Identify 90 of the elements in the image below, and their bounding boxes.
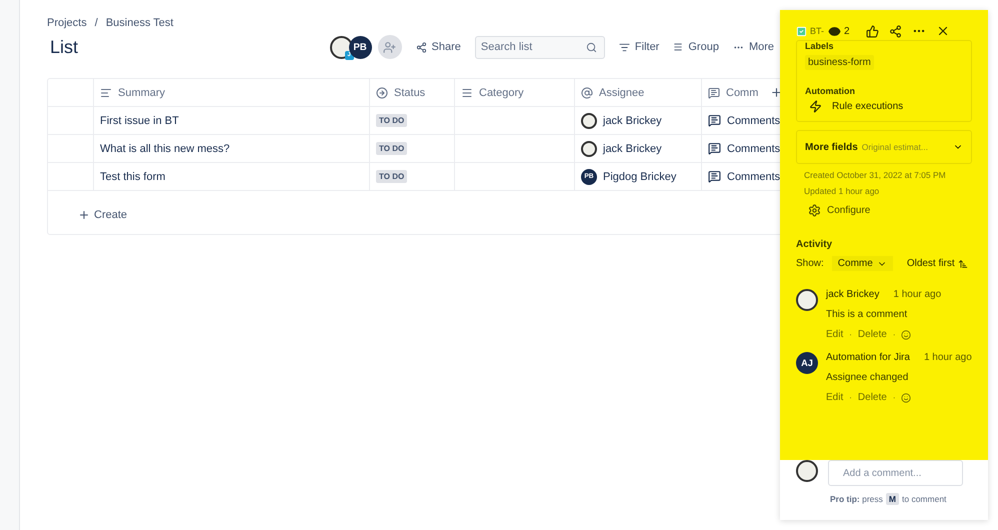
lightning-icon <box>809 100 822 113</box>
more-button[interactable]: More <box>732 41 774 53</box>
comment-action-link[interactable]: Edit <box>826 392 844 403</box>
page-title: List <box>50 36 80 58</box>
filter-button[interactable]: Filter <box>618 41 660 53</box>
issue-type-icon <box>796 26 807 36</box>
share-button[interactable] <box>888 24 902 38</box>
comments-link[interactable]: Comments <box>727 114 780 126</box>
comment-time: 1 hour ago <box>893 289 942 300</box>
group-icon <box>673 42 684 52</box>
commenter-avatar <box>796 289 818 311</box>
pro-tip-text: to comment <box>902 494 946 504</box>
column-header[interactable]: Status <box>369 79 454 106</box>
issue-key[interactable]: BT- <box>810 26 824 36</box>
more-fields-toggle[interactable]: More fields Original estimat... <box>796 130 972 164</box>
status-lozenge[interactable]: TO DO <box>376 170 408 183</box>
breadcrumb-link[interactable]: Business Test <box>106 17 174 29</box>
assignee-name: jack Brickey <box>603 114 662 126</box>
commenter-avatar: AJ <box>796 352 818 374</box>
comment-action-link[interactable]: Delete <box>858 329 887 340</box>
separator-dot: · <box>892 393 896 402</box>
user-avatar <box>796 460 818 482</box>
summary-cell[interactable]: What is all this new mess? <box>93 135 369 162</box>
comment-text: Assignee changed <box>826 372 910 383</box>
sort-icon <box>958 258 968 268</box>
summary-cell[interactable]: Test this form <box>93 163 369 190</box>
share-icon <box>888 24 902 38</box>
pro-tip-text: Pro tip: press <box>830 494 883 504</box>
comment-icon <box>708 170 721 183</box>
status-lozenge[interactable]: TO DO <box>376 142 408 155</box>
watch-button[interactable]: 2 <box>828 24 850 38</box>
summary-cell[interactable]: First issue in BT <box>93 107 369 134</box>
share-button[interactable]: Share <box>416 41 461 53</box>
activity-heading: Activity <box>796 239 834 250</box>
breadcrumb-link[interactable]: Projects <box>47 17 87 29</box>
search-icon <box>586 42 597 52</box>
sort-button[interactable]: Oldest first <box>906 258 968 269</box>
filter-icon <box>618 42 630 52</box>
separator-dot: · <box>849 330 852 339</box>
group-button[interactable]: Group <box>673 41 719 53</box>
add-person-icon <box>383 40 396 54</box>
summary-column-icon <box>100 86 112 98</box>
add-people-button[interactable] <box>378 35 402 59</box>
gear-icon <box>808 204 821 217</box>
assignee-avatar <box>581 112 597 128</box>
comment-input[interactable]: Add a comment... <box>828 460 963 486</box>
add-column-icon[interactable] <box>770 86 780 99</box>
share-icon <box>416 42 427 52</box>
status-column-icon <box>376 86 388 98</box>
keyboard-key: M <box>886 493 899 505</box>
comment-icon <box>708 114 721 127</box>
column-header[interactable]: Summary <box>93 79 369 106</box>
rule-executions-button[interactable]: Rule executions <box>805 96 904 113</box>
create-button[interactable]: Create <box>78 209 128 221</box>
thumbs-up-icon <box>866 24 879 38</box>
plus-icon <box>78 209 90 221</box>
comment-author: Automation for Jira <box>826 352 910 363</box>
comment-time: 1 hour ago <box>924 352 972 363</box>
created-date: Created October 31, 2022 at 7:05 PM <box>803 170 947 180</box>
field-label: Labels <box>805 41 835 51</box>
search-field[interactable]: Search list <box>474 36 605 58</box>
field-label: Automation <box>805 86 856 96</box>
reaction-icon[interactable] <box>901 392 912 402</box>
comment-action-link[interactable]: Delete <box>858 392 887 403</box>
show-dropdown[interactable]: Comme <box>832 256 893 271</box>
separator-dot: · <box>849 393 852 402</box>
comments-column-icon <box>708 86 720 98</box>
comment-author: jack Brickey <box>826 289 880 300</box>
label-tag[interactable]: business-form <box>805 55 874 70</box>
category-column-icon <box>461 86 473 98</box>
comments-link[interactable]: Comments <box>727 142 780 154</box>
column-header[interactable]: Category <box>454 79 574 106</box>
breadcrumb-separator: / <box>94 17 98 29</box>
status-lozenge[interactable]: TO DO <box>376 114 408 127</box>
comment-icon <box>708 142 721 155</box>
comment-action-link[interactable]: Edit <box>826 329 844 340</box>
show-label: Show: <box>796 258 824 269</box>
reaction-icon[interactable] <box>901 330 912 340</box>
eye-icon <box>828 24 842 38</box>
updated-date: Updated 1 hour ago <box>803 186 880 196</box>
column-header[interactable]: Assignee <box>574 79 701 106</box>
comments-link[interactable]: Comments <box>727 170 780 182</box>
assignee-column-icon <box>581 86 593 98</box>
assignee-name: Pigdog Brickey <box>603 170 676 182</box>
comment-text: This is a comment <box>826 309 908 320</box>
assignee-name: jack Brickey <box>603 142 662 154</box>
configure-button[interactable]: Configure <box>808 204 870 217</box>
assignee-avatar <box>581 140 597 156</box>
separator-dot: · <box>892 330 896 339</box>
like-button[interactable] <box>866 24 879 38</box>
